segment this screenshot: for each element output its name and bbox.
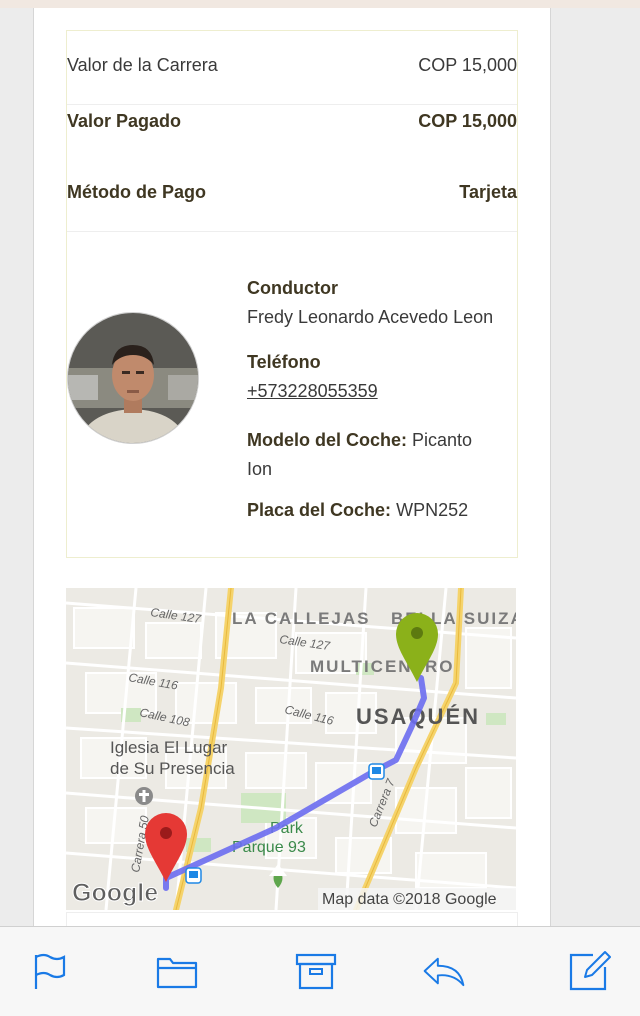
folder-icon xyxy=(156,957,198,989)
google-logo: Google xyxy=(72,879,158,907)
fare-row: Valor de la Carrera COP 15,000 xyxy=(67,55,517,76)
mail-toolbar xyxy=(0,926,640,1016)
email-body: Valor de la Carrera COP 15,000 Valor Pag… xyxy=(33,8,551,943)
plate-label: Placa del Coche: xyxy=(247,500,392,520)
map-label: de Su Presencia xyxy=(110,759,235,778)
compose-button[interactable] xyxy=(567,949,611,993)
reply-button[interactable] xyxy=(422,949,466,993)
paid-label: Valor Pagado xyxy=(67,111,182,131)
church-icon xyxy=(135,787,153,805)
archive-icon xyxy=(295,953,337,990)
model-value-2: Ion xyxy=(247,459,273,479)
method-label: Método de Pago xyxy=(67,182,206,202)
map-attribution: Map data ©2018 Google xyxy=(322,891,497,908)
folder-button[interactable] xyxy=(155,949,199,993)
receipt-card: Valor de la Carrera COP 15,000 Valor Pag… xyxy=(66,30,518,558)
flag-button[interactable] xyxy=(26,949,70,993)
method-value: Tarjeta xyxy=(459,182,517,202)
divider xyxy=(67,104,517,105)
map-label: LA CALLEJAS xyxy=(232,609,371,628)
driver-name: Fredy Leonardo Acevedo Leon xyxy=(247,307,494,327)
paid-row: Valor Pagado COP 15,000 xyxy=(67,111,517,132)
plate-value: WPN252 xyxy=(396,500,469,520)
fare-value: COP 15,000 xyxy=(418,55,517,75)
car-plate: Placa del Coche: WPN252 xyxy=(247,500,468,521)
flag-icon xyxy=(34,953,66,989)
paid-value: COP 15,000 xyxy=(418,111,517,131)
model-label: Modelo del Coche: xyxy=(247,430,408,450)
driver-section: Conductor Fredy Leonardo Acevedo Leon Te… xyxy=(67,232,517,556)
car-model: Modelo del Coche: Picanto Ion xyxy=(247,426,517,484)
model-value-1: Picanto xyxy=(412,430,473,450)
method-row: Método de Pago Tarjeta xyxy=(67,182,517,203)
archive-button[interactable] xyxy=(294,949,338,993)
reply-icon xyxy=(423,957,465,987)
driver-label: Conductor xyxy=(247,278,338,298)
driver-avatar xyxy=(67,312,199,444)
phone-link[interactable]: +573228055359 xyxy=(247,381,378,402)
top-strip xyxy=(0,0,640,8)
transit-icon xyxy=(185,867,202,884)
route-map[interactable]: Calle 127 Calle 127 Calle 116 Calle 116 … xyxy=(66,588,516,910)
fare-label: Valor de la Carrera xyxy=(67,55,218,75)
phone-label: Teléfono xyxy=(247,352,321,372)
map-label: MULTICENTRO xyxy=(310,657,454,676)
map-label: Iglesia El Lugar xyxy=(110,738,228,757)
compose-icon xyxy=(569,951,611,991)
transit-icon xyxy=(368,763,385,780)
